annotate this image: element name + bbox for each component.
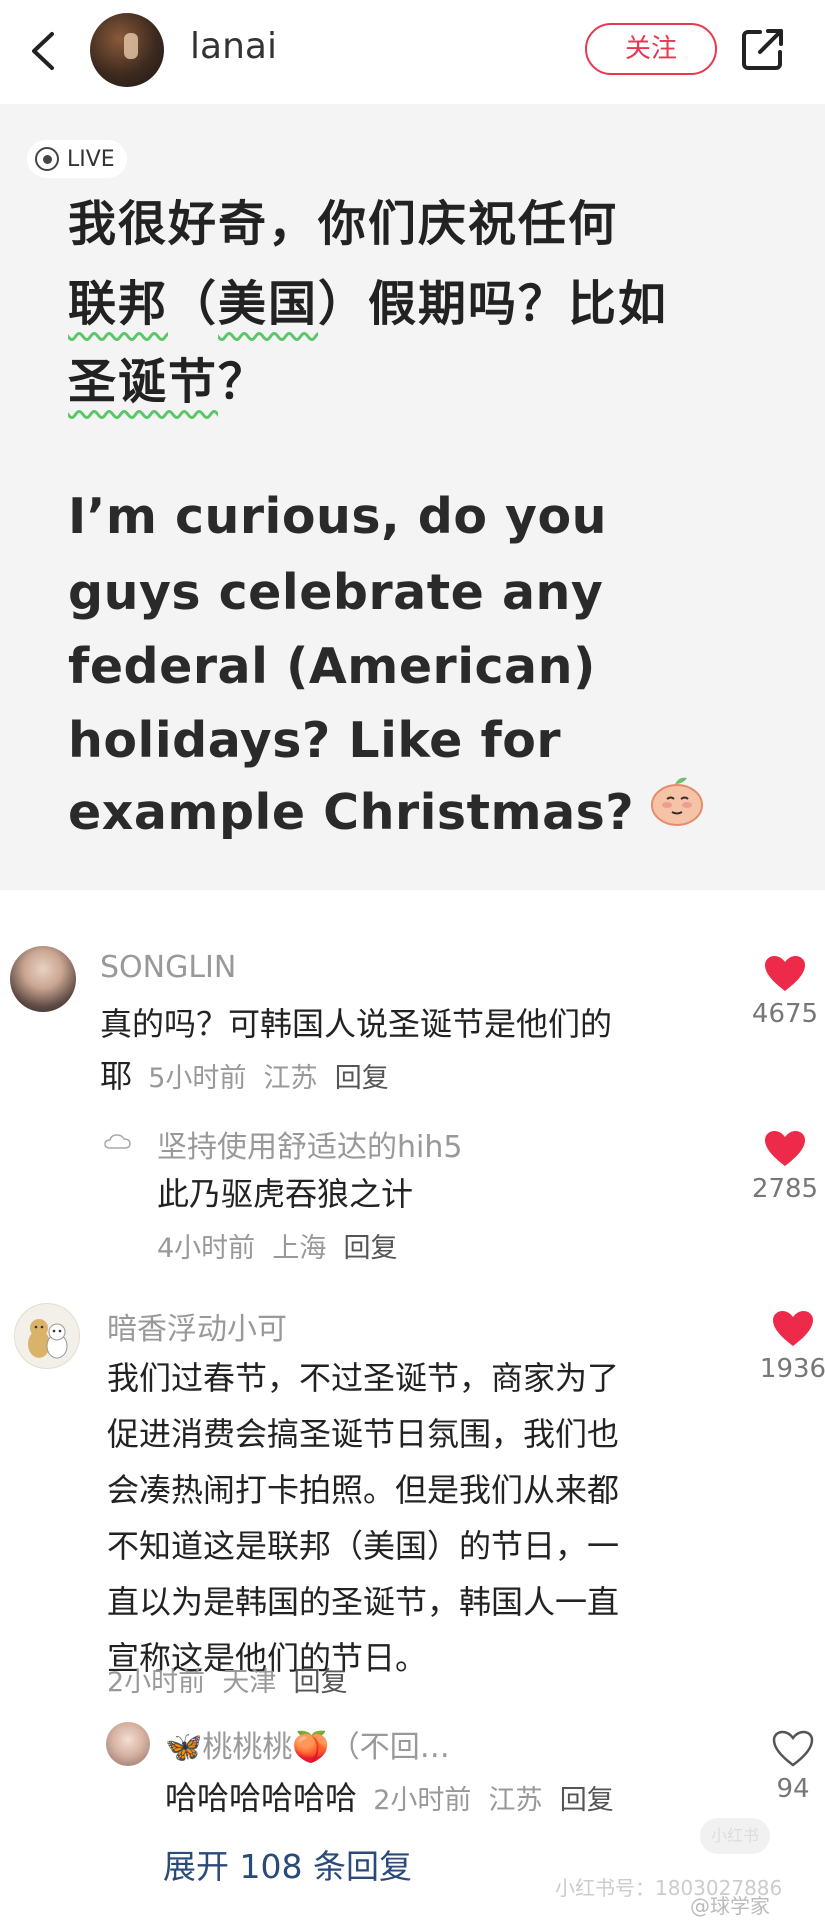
author-name[interactable]: lanai	[190, 26, 277, 67]
reply-meta: 4小时前 上海 回复	[157, 1233, 398, 1264]
like-count: 94	[776, 1774, 810, 1804]
live-badge: LIVE	[27, 140, 127, 178]
like-button[interactable]: 94	[753, 1730, 825, 1804]
like-button[interactable]: 4675	[745, 955, 825, 1029]
cat-avatar-icon	[28, 1319, 68, 1359]
reply-meta: 2小时前 江苏 回复	[373, 1785, 614, 1816]
share-icon[interactable]	[740, 26, 786, 72]
heart-filled-icon	[765, 956, 805, 991]
highlight-federal[interactable]: 联邦	[68, 276, 168, 332]
reply-text: 此乃驱虎吞狼之计	[157, 1175, 414, 1213]
avatar[interactable]	[10, 946, 76, 1012]
heart-filled-icon	[773, 1311, 813, 1346]
comment-text-line: 我们过春节，不过圣诞节，商家为了	[107, 1359, 620, 1397]
comment-text-line: 不知道这是联邦（美国）的节日，一	[107, 1527, 620, 1565]
reply-button[interactable]: 回复	[344, 1233, 398, 1264]
post-cn-line-1: 我很好奇，你们庆祝任何	[68, 196, 619, 252]
cloud-avatar-icon[interactable]	[104, 1130, 134, 1152]
comment-text: 真的吗？可韩国人说圣诞节是他们的	[100, 1005, 613, 1043]
comment-text-line: 促进消费会搞圣诞节日氛围，我们也	[107, 1415, 620, 1453]
post-en-line-1: I’m curious, do you	[68, 488, 608, 545]
post-en-line-3: federal (American)	[68, 638, 596, 695]
live-label: LIVE	[67, 146, 115, 172]
follow-button[interactable]: 关注	[585, 23, 717, 75]
comment-meta: 5小时前 江苏 回复	[148, 1063, 389, 1094]
like-button[interactable]: 2785	[745, 1130, 825, 1204]
post-cn-line-2: 联邦（美国）假期吗？比如	[68, 276, 669, 332]
like-count: 2785	[751, 1174, 819, 1204]
comment-username[interactable]: 暗香浮动小可	[107, 1304, 287, 1348]
post-en-line-5: example Christmas?	[68, 784, 635, 841]
comment-meta: 2小时前 天津 回复	[107, 1667, 348, 1698]
reply-button[interactable]: 回复	[294, 1667, 348, 1698]
watermark-badge: 小红书	[700, 1818, 770, 1854]
comment-text-cont: 耶 5小时前 江苏 回复	[100, 1057, 389, 1095]
author-avatar[interactable]	[90, 13, 164, 87]
reply-button[interactable]: 回复	[335, 1063, 389, 1094]
peach-face-emoji-icon	[651, 777, 703, 826]
comment-text-line: 直以为是韩国的圣诞节，韩国人一直	[107, 1583, 620, 1621]
expand-replies-link[interactable]: 展开 108 条回复	[163, 1840, 412, 1888]
avatar[interactable]	[14, 1303, 80, 1369]
reply-username[interactable]: 坚持使用舒适达的hih5	[157, 1122, 462, 1166]
watermark-weibo: @球学家	[690, 1894, 770, 1918]
reply-username[interactable]: 🦋桃桃桃🍑（不回…	[165, 1722, 450, 1766]
like-button[interactable]: 1936	[753, 1310, 825, 1384]
heart-filled-icon	[765, 1131, 805, 1166]
post-en-line-4: holidays? Like for	[68, 712, 562, 769]
post-cn-line-3: 圣诞节？	[68, 354, 269, 410]
post-card: LIVE 我很好奇，你们庆祝任何 联邦（美国）假期吗？比如 圣诞节？ I’m c…	[0, 104, 825, 890]
reply-text-row: 哈哈哈哈哈哈 2小时前 江苏 回复	[165, 1774, 614, 1825]
comment-username[interactable]: SONGLIN	[100, 950, 236, 985]
heart-outline-icon	[772, 1730, 814, 1767]
live-icon	[35, 147, 59, 171]
highlight-america[interactable]: 美国	[218, 276, 318, 332]
back-arrow-icon[interactable]	[24, 28, 64, 74]
reply-button[interactable]: 回复	[560, 1785, 614, 1816]
post-en-line-2: guys celebrate any	[68, 564, 604, 621]
avatar[interactable]	[106, 1722, 150, 1766]
like-count: 4675	[751, 999, 819, 1029]
highlight-christmas[interactable]: 圣诞节	[68, 354, 218, 410]
reply-text: 哈哈哈哈哈哈	[165, 1779, 358, 1817]
comment-text-line: 会凑热闹打卡拍照。但是我们从来都	[107, 1471, 620, 1509]
top-bar: lanai 关注	[0, 0, 825, 104]
like-count: 1936	[759, 1354, 825, 1384]
